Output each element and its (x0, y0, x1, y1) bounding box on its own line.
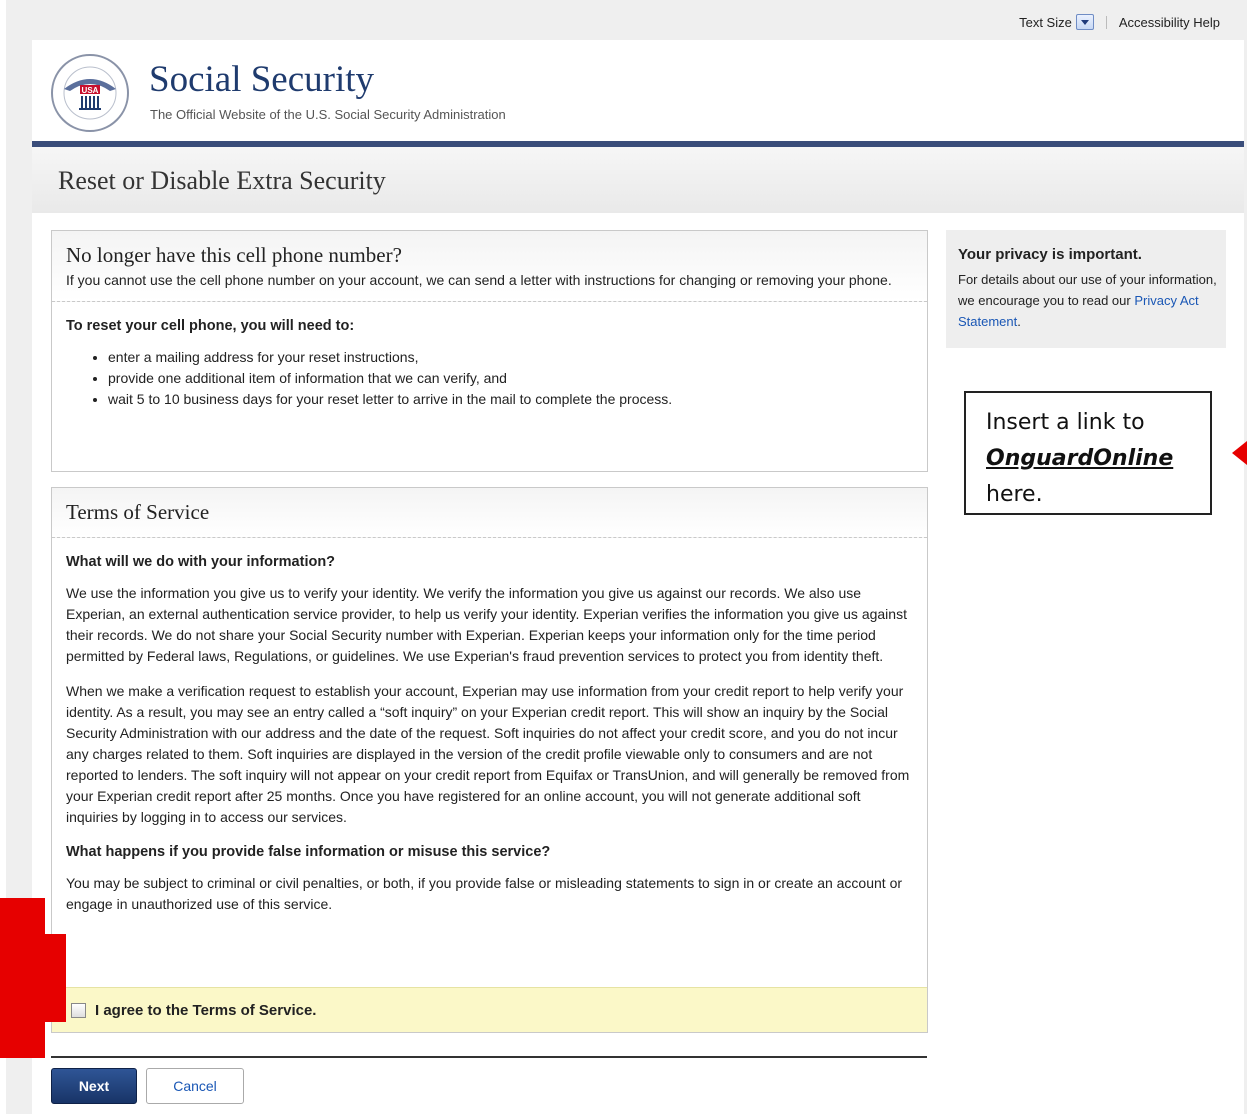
accessibility-help-link[interactable]: Accessibility Help (1119, 15, 1220, 30)
terms-question-2: What happens if you provide false inform… (66, 844, 551, 860)
cancel-button[interactable]: Cancel (146, 1068, 244, 1104)
agree-checkbox[interactable] (71, 1002, 86, 1018)
annotation-link-text: OnguardOnline (986, 446, 1174, 471)
phone-reset-panel: No longer have this cell phone number? I… (51, 230, 928, 472)
list-item: enter a mailing address for your reset i… (108, 347, 913, 368)
main-page: USA Social Security The Official Website… (32, 40, 1244, 1114)
privacy-end: . (1017, 314, 1021, 329)
terms-paragraph-1: We use the information you give us to ve… (66, 585, 907, 664)
site-tagline: The Official Website of the U.S. Social … (150, 107, 506, 122)
site-brand[interactable]: Social Security (149, 58, 374, 101)
terms-paragraph-3: You may be subject to criminal or civil … (66, 875, 903, 912)
terms-panel-body: What will we do with your information? W… (52, 538, 927, 939)
ssa-seal-icon[interactable]: USA (50, 53, 130, 133)
callout-arrow-right-icon (0, 898, 66, 1058)
phone-panel-body: To reset your cell phone, you will need … (52, 302, 927, 420)
divider (1105, 15, 1107, 29)
page-title: Reset or Disable Extra Security (58, 166, 386, 195)
privacy-text: For details about our use of your inform… (958, 269, 1220, 332)
next-button[interactable]: Next (51, 1068, 137, 1104)
terms-question-1: What will we do with your information? (66, 554, 336, 570)
privacy-title: Your privacy is important. (958, 246, 1142, 263)
phone-panel-title: No longer have this cell phone number? (66, 243, 402, 267)
terms-panel-title: Terms of Service (66, 500, 210, 524)
action-divider (51, 1056, 927, 1058)
seal-text: USA (82, 86, 99, 95)
terms-paragraph-2: When we make a verification request to e… (66, 683, 910, 825)
privacy-sidebar: Your privacy is important. For details a… (946, 230, 1226, 348)
annotation-callout: Insert a link to OnguardOnline here. (964, 391, 1212, 515)
requirements-heading: To reset your cell phone, you will need … (66, 318, 355, 334)
site-header: USA Social Security The Official Website… (32, 40, 1244, 140)
list-item: provide one additional item of informati… (108, 368, 913, 389)
callout-arrow-icon (1232, 441, 1247, 465)
agree-label[interactable]: I agree to the Terms of Service. (95, 1002, 316, 1019)
terms-panel-header: Terms of Service (52, 488, 927, 538)
chevron-down-icon[interactable] (1075, 14, 1094, 30)
text-size-control[interactable]: Text Size (1019, 14, 1094, 30)
terms-panel: Terms of Service What will we do with yo… (51, 487, 928, 1033)
phone-panel-intro: If you cannot use the cell phone number … (66, 272, 892, 288)
agree-bar: I agree to the Terms of Service. (52, 987, 927, 1032)
phone-panel-header: No longer have this cell phone number? I… (52, 231, 927, 302)
list-item: wait 5 to 10 business days for your rese… (108, 389, 913, 410)
text-size-label: Text Size (1019, 14, 1072, 30)
requirements-list: enter a mailing address for your reset i… (66, 347, 913, 410)
annotation-line-1: Insert a link to (986, 410, 1145, 435)
utility-bar: Text Size Accessibility Help (1019, 14, 1220, 30)
annotation-line-3: here. (986, 482, 1043, 507)
